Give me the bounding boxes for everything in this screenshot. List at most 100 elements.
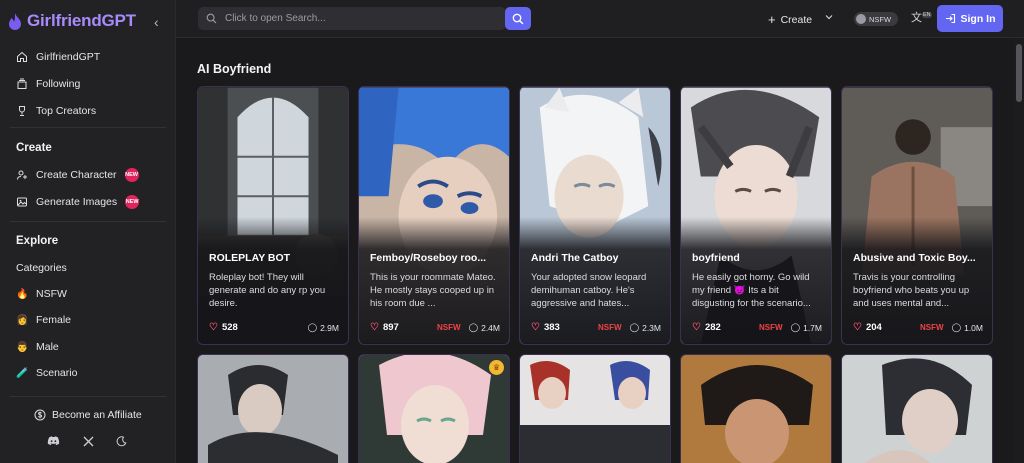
explore-section-title: Explore <box>16 235 59 247</box>
like-count[interactable]: ♡ 204 <box>853 322 882 333</box>
chevron-down-icon[interactable] <box>824 12 834 25</box>
character-card[interactable]: boyfriend He easily got horny. Go wild m… <box>680 86 832 345</box>
card-description: Your adopted snow leopard demihuman catb… <box>531 272 647 309</box>
nsfw-tag: NSFW <box>759 323 783 332</box>
sign-in-label: Sign In <box>960 12 996 25</box>
like-count[interactable]: ♡ 383 <box>531 322 560 333</box>
moon-icon[interactable] <box>114 434 128 448</box>
nsfw-toggle-label: NSFW <box>869 14 892 24</box>
nav-label: GirlfriendGPT <box>36 51 101 63</box>
like-count[interactable]: ♡ 528 <box>209 322 238 333</box>
category-label: Female <box>36 314 72 326</box>
character-card[interactable] <box>680 354 832 463</box>
chat-count: ◯ 1.7M <box>791 322 822 333</box>
toggle-knob <box>856 14 866 24</box>
character-card[interactable]: Andri The Catboy Your adopted snow leopa… <box>519 86 671 345</box>
character-image <box>842 355 992 463</box>
flame-logo-icon <box>9 12 21 30</box>
character-card[interactable]: Femboy/Roseboy roo... This is your roomm… <box>358 86 510 345</box>
language-button[interactable]: 文EN <box>911 9 932 25</box>
category-nsfw[interactable]: 🔥 NSFW <box>16 288 67 300</box>
likes-value: 897 <box>382 322 399 333</box>
chats-value: 1.7M <box>803 322 822 333</box>
chats-value: 1.0M <box>964 322 983 333</box>
nav-label: Top Creators <box>36 105 97 117</box>
nav-item-following[interactable]: Following <box>16 78 80 90</box>
heart-icon: ♡ <box>209 322 218 333</box>
likes-value: 528 <box>221 322 238 333</box>
category-label: Male <box>36 341 59 353</box>
chat-bubble-icon: ◯ <box>307 322 318 332</box>
chat-count: ◯ 2.9M <box>308 322 339 333</box>
sidebar: GirlfriendGPT ‹ GirlfriendGPT Following … <box>0 0 176 463</box>
nav-item-top-creators[interactable]: Top Creators <box>16 105 96 117</box>
like-count[interactable]: ♡ 897 <box>370 322 399 333</box>
search-icon <box>512 13 524 24</box>
discord-icon[interactable] <box>46 434 60 448</box>
nav-item-create-character[interactable]: Create Character NEW <box>16 168 139 182</box>
scrollbar-thumb[interactable] <box>1016 44 1022 102</box>
categories-text: Categories <box>16 262 67 274</box>
collapse-sidebar-icon[interactable]: ‹ <box>154 14 159 30</box>
heart-icon: ♡ <box>853 322 862 333</box>
affiliate-link[interactable]: Become an Affiliate <box>34 409 142 421</box>
character-image <box>198 355 348 463</box>
trophy-icon <box>19 106 25 116</box>
divider <box>10 221 166 222</box>
category-scenario[interactable]: 🧪 Scenario <box>16 367 77 379</box>
category-label: NSFW <box>36 288 67 300</box>
top-bar: Click to open Search... + Create NSFW 文E… <box>176 0 1024 38</box>
nav-item-home[interactable]: GirlfriendGPT <box>16 51 100 63</box>
like-count[interactable]: ♡ 282 <box>692 322 721 333</box>
character-card[interactable]: ♛ <box>358 354 510 463</box>
user-plus-icon <box>17 170 27 180</box>
chat-bubble-icon: ◯ <box>629 322 640 332</box>
category-male[interactable]: 👨 Male <box>16 341 59 353</box>
search-placeholder: Click to open Search... <box>225 13 326 24</box>
chat-bubble-icon: ◯ <box>951 322 962 332</box>
chat-count: ◯ 2.4M <box>469 322 500 333</box>
character-card[interactable]: Abusive and Toxic Boy... Travis is your … <box>841 86 993 345</box>
section-title: AI Boyfriend <box>197 62 272 76</box>
search-button[interactable] <box>505 7 531 30</box>
chats-value: 2.4M <box>481 322 500 333</box>
character-image <box>520 355 670 463</box>
translate-icon: 文 <box>911 12 922 24</box>
character-card[interactable] <box>197 354 349 463</box>
likes-value: 383 <box>543 322 560 333</box>
sign-in-button[interactable]: Sign In <box>937 5 1003 32</box>
nav-label: Create Character <box>36 169 117 181</box>
character-card[interactable]: ROLEPLAY BOT Roleplay bot! They will gen… <box>197 86 349 345</box>
language-badge: EN <box>922 12 932 19</box>
card-stats: ♡ 383 NSFW ◯ 2.3M <box>531 322 661 333</box>
nsfw-toggle[interactable]: NSFW <box>854 12 898 26</box>
female-icon: 👩 <box>16 314 29 326</box>
fire-icon: 🔥 <box>16 288 29 300</box>
chat-count: ◯ 2.3M <box>630 322 661 333</box>
card-description: This is your roommate Mateo. He mostly s… <box>370 272 496 309</box>
home-icon <box>17 51 27 62</box>
logo[interactable]: GirlfriendGPT <box>8 11 136 31</box>
nsfw-tag: NSFW <box>437 323 461 332</box>
likes-value: 282 <box>704 322 721 333</box>
character-image <box>681 355 831 463</box>
scenario-icon: 🧪 <box>16 367 29 379</box>
nav-item-generate-images[interactable]: Generate Images NEW <box>16 195 140 209</box>
card-title: ROLEPLAY BOT <box>209 252 291 264</box>
card-title: Abusive and Toxic Boy... <box>853 252 976 264</box>
layers-icon <box>17 78 27 89</box>
chats-value: 2.3M <box>642 322 661 333</box>
create-button[interactable]: + Create <box>768 12 812 27</box>
character-card[interactable] <box>841 354 993 463</box>
category-female[interactable]: 👩 Female <box>16 314 71 326</box>
nav-label: Following <box>36 78 81 90</box>
heart-icon: ♡ <box>370 322 379 333</box>
new-badge: NEW <box>125 195 140 209</box>
dollar-icon <box>34 409 46 421</box>
character-card[interactable] <box>519 354 671 463</box>
search-input[interactable]: Click to open Search... <box>198 7 506 30</box>
card-stats: ♡ 282 NSFW ◯ 1.7M <box>692 322 822 333</box>
nav-label: Generate Images <box>36 196 118 208</box>
new-badge: NEW <box>124 168 139 182</box>
x-icon[interactable] <box>81 434 95 448</box>
